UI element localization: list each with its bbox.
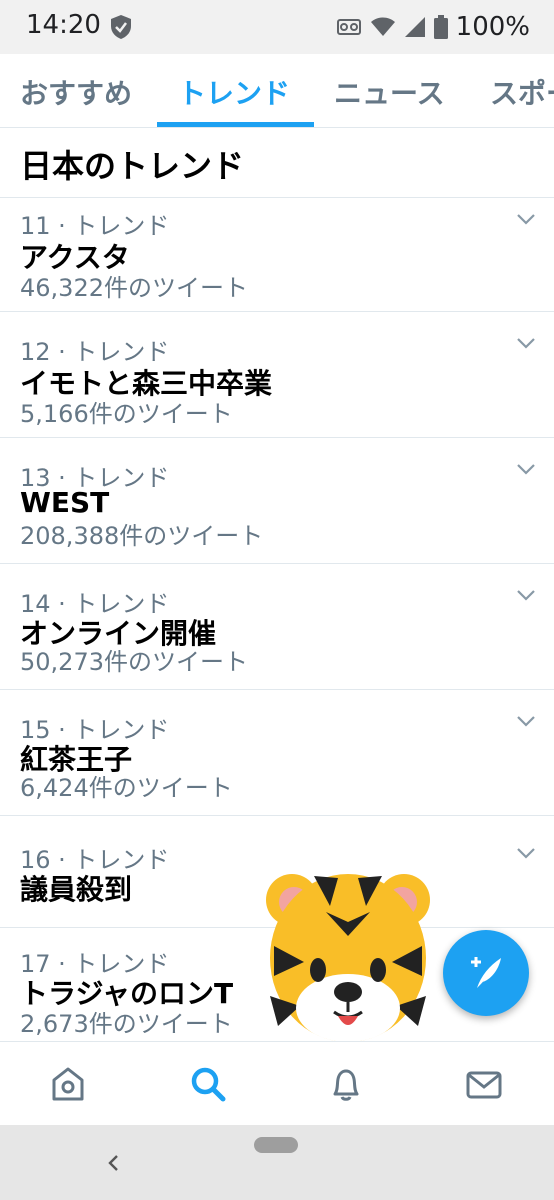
signal-icon	[404, 17, 425, 37]
voicemail-icon	[336, 19, 361, 35]
battery-percent: 100%	[455, 12, 530, 42]
compose-tweet-icon	[471, 957, 501, 988]
tab-sports[interactable]: スポー	[490, 72, 554, 112]
trend-item[interactable]: 14 · トレンド オンライン開催 50,273件のツイート	[0, 564, 554, 690]
trend-name: WEST	[20, 486, 110, 519]
trend-tweet-count: 46,322件のツイート	[20, 274, 248, 302]
chevron-down-icon[interactable]	[516, 462, 536, 476]
status-bar: 14:20 100%	[0, 0, 554, 54]
search-icon[interactable]	[188, 1064, 228, 1104]
shield-icon	[111, 15, 131, 39]
tiger-sticker-image	[266, 874, 430, 1042]
bottom-nav	[0, 1041, 554, 1125]
section-header: 日本のトレンド	[0, 128, 554, 198]
trend-item[interactable]: 11 · トレンド アクスタ 46,322件のツイート	[0, 198, 554, 312]
chevron-down-icon[interactable]	[516, 336, 536, 350]
trend-name: 議員殺到	[20, 873, 133, 906]
chevron-down-icon[interactable]	[516, 714, 536, 728]
compose-tweet-button[interactable]	[443, 930, 529, 1016]
wifi-icon	[370, 17, 395, 36]
battery-icon	[433, 15, 448, 39]
trend-tweet-count: 208,388件のツイート	[20, 522, 264, 550]
trend-tweet-count: 50,273件のツイート	[20, 648, 248, 676]
chevron-down-icon[interactable]	[516, 846, 536, 860]
chevron-down-icon[interactable]	[516, 588, 536, 602]
home-pill[interactable]	[254, 1137, 298, 1153]
trend-item[interactable]: 15 · トレンド 紅茶王子 6,424件のツイート	[0, 690, 554, 816]
chevron-down-icon[interactable]	[516, 212, 536, 226]
trend-tweet-count: 6,424件のツイート	[20, 774, 233, 802]
tab-news[interactable]: ニュース	[334, 72, 445, 112]
status-icons: 100%	[336, 12, 530, 42]
trend-item[interactable]: 13 · トレンド WEST 208,388件のツイート	[0, 438, 554, 564]
home-icon[interactable]	[48, 1064, 88, 1104]
tab-recommended[interactable]: おすすめ	[20, 72, 132, 112]
bell-icon[interactable]	[326, 1064, 366, 1104]
section-title: 日本のトレンド	[20, 147, 245, 185]
trend-tweet-count: 5,166件のツイート	[20, 400, 233, 428]
back-chevron-icon[interactable]	[104, 1153, 124, 1173]
active-tab-indicator	[157, 122, 314, 127]
trend-tweet-count: 2,673件のツイート	[20, 1010, 233, 1038]
system-nav-bar	[0, 1125, 554, 1200]
tab-trends[interactable]: トレンド	[178, 72, 290, 112]
mail-icon[interactable]	[464, 1064, 504, 1104]
trend-item[interactable]: 12 · トレンド イモトと森三中卒業 5,166件のツイート	[0, 312, 554, 438]
tab-bar: おすすめ トレンド ニュース スポー	[0, 54, 554, 128]
status-time: 14:20	[26, 10, 101, 40]
